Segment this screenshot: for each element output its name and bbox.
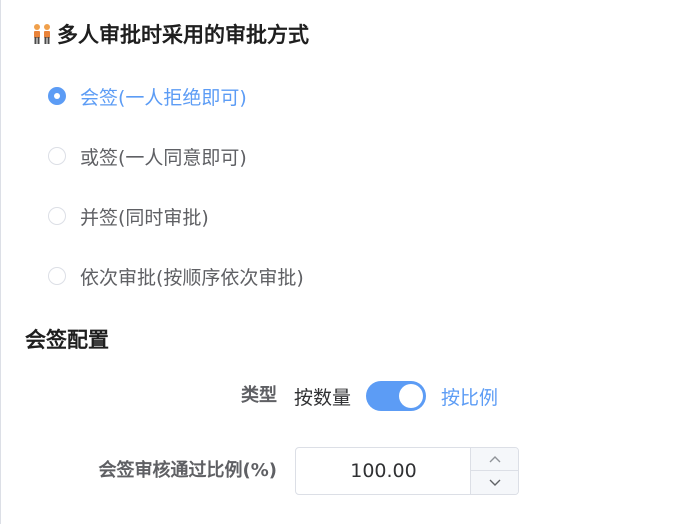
ratio-input-field[interactable] bbox=[296, 448, 471, 494]
radio-or-sign-label[interactable]: 或签(一人同意即可) bbox=[80, 143, 247, 170]
radio-unchecked-icon[interactable] bbox=[48, 207, 66, 225]
radio-or-sign[interactable]: 或签(一人同意即可) bbox=[48, 126, 304, 186]
ratio-form-row: 会签审核通过比例(%) bbox=[1, 447, 692, 495]
radio-countersign-label[interactable]: 会签(一人拒绝即可) bbox=[80, 83, 247, 110]
switch-knob bbox=[399, 384, 424, 408]
switch-off-label[interactable]: 按数量 bbox=[294, 383, 351, 410]
radio-countersign[interactable]: 会签(一人拒绝即可) bbox=[48, 66, 304, 126]
decrease-button[interactable] bbox=[471, 471, 518, 494]
chevron-up-icon bbox=[489, 456, 500, 463]
chevron-down-icon bbox=[489, 479, 500, 486]
approval-mode-radio-group: 会签(一人拒绝即可) 或签(一人同意即可) 并签(同时审批) 依次审批(按顺序依… bbox=[48, 66, 304, 306]
increase-button[interactable] bbox=[471, 448, 518, 471]
radio-unchecked-icon[interactable] bbox=[48, 267, 66, 285]
ratio-number-input bbox=[295, 447, 519, 495]
ratio-stepper bbox=[470, 448, 518, 494]
type-switch-group: 按数量 按比例 bbox=[294, 378, 498, 414]
ratio-label: 会签审核通过比例(%) bbox=[98, 460, 278, 481]
type-form-row: 类型 按数量 按比例 bbox=[1, 378, 692, 414]
approval-mode-title: 多人审批时采用的审批方式 bbox=[31, 18, 309, 50]
radio-checked-icon[interactable] bbox=[48, 87, 66, 105]
approval-settings-panel: 多人审批时采用的审批方式 会签(一人拒绝即可) 或签(一人同意即可) 并签(同时… bbox=[0, 0, 692, 524]
switch-on-label[interactable]: 按比例 bbox=[441, 383, 498, 410]
type-toggle-switch[interactable] bbox=[366, 381, 427, 411]
radio-sequential[interactable]: 依次审批(按顺序依次审批) bbox=[48, 246, 304, 306]
countersign-config-title: 会签配置 bbox=[25, 328, 109, 352]
radio-parallel-sign-label[interactable]: 并签(同时审批) bbox=[80, 203, 209, 230]
radio-sequential-label[interactable]: 依次审批(按顺序依次审批) bbox=[80, 263, 304, 290]
people-icon bbox=[31, 23, 53, 45]
type-label: 类型 bbox=[241, 385, 277, 406]
radio-unchecked-icon[interactable] bbox=[48, 147, 66, 165]
approval-mode-title-text: 多人审批时采用的审批方式 bbox=[57, 23, 309, 47]
radio-parallel-sign[interactable]: 并签(同时审批) bbox=[48, 186, 304, 246]
